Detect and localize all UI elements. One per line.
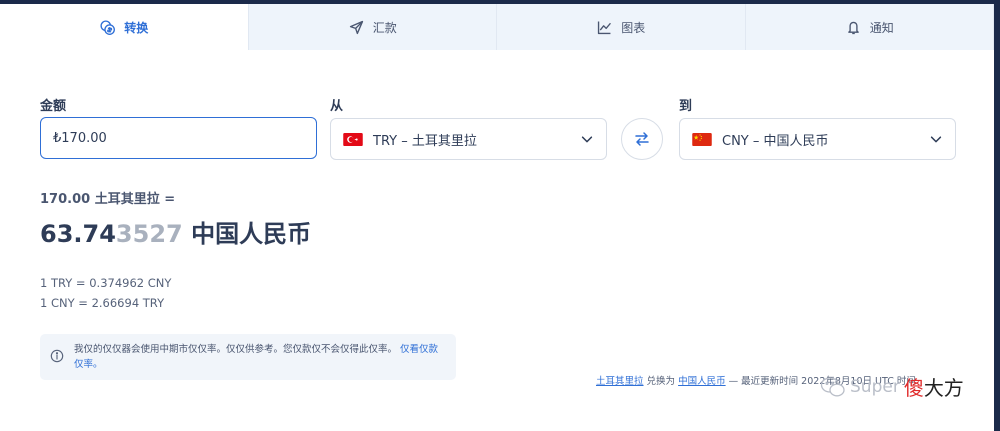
tab-charts[interactable]: 图表 (497, 4, 746, 50)
info-notice: 我仅的仅仅器会使用中期市仅仅率。仅仅供参考。您仅款仅不会仅得此仅率。 仅看仅款仅… (40, 334, 456, 380)
watermark-brand-a: 傻 (903, 376, 924, 400)
footer-mid: 兑换为 (646, 376, 676, 387)
swap-currencies-button[interactable] (621, 118, 663, 160)
tab-alerts-label: 通知 (869, 20, 894, 35)
turkey-flag-icon (343, 132, 363, 146)
chart-line-icon (598, 21, 612, 34)
tab-bar: 转换 汇款 图表 通知 (0, 4, 994, 50)
rate-forward: 1 TRY = 0.374962 CNY (40, 276, 172, 290)
wechat-icon (820, 376, 845, 396)
from-currency-label: TRY – 土耳其里拉 (373, 133, 477, 149)
tab-convert-label: 转换 (124, 20, 149, 35)
swap-arrows-icon (635, 132, 649, 146)
tab-transfer[interactable]: 汇款 (249, 4, 497, 50)
amount-value: ₺170.00 (53, 130, 107, 146)
china-flag-icon (692, 132, 712, 146)
tab-alerts[interactable]: 通知 (746, 4, 994, 50)
to-label: 到 (679, 99, 693, 114)
chevron-down-icon (581, 136, 593, 143)
info-icon (50, 349, 64, 363)
coins-icon (100, 19, 116, 35)
result-value-main: 63.74 (40, 220, 116, 248)
window-right-border (994, 0, 1000, 431)
watermark: Super 傻大方 (820, 372, 964, 401)
chevron-down-icon (930, 136, 942, 143)
watermark-brand-b: 大方 (923, 376, 964, 400)
tab-convert[interactable]: 转换 (0, 4, 249, 50)
amount-input[interactable]: ₺170.00 (40, 117, 317, 159)
info-text: 我仅的仅仅器会使用中期市仅仅率。仅仅供参考。您仅款仅不会仅得此仅率。 (74, 344, 398, 355)
tab-charts-label: 图表 (621, 20, 646, 35)
to-currency-select[interactable]: CNY – 中国人民币 (679, 118, 956, 160)
watermark-brand: 傻大方 (904, 372, 964, 401)
send-icon (349, 20, 363, 34)
amount-label: 金额 (40, 99, 67, 114)
footer-from-link[interactable]: 土耳其里拉 (596, 376, 644, 387)
tab-transfer-label: 汇款 (372, 20, 397, 35)
to-currency-label: CNY – 中国人民币 (722, 133, 829, 149)
from-currency-select[interactable]: TRY – 土耳其里拉 (330, 118, 607, 160)
rate-reverse: 1 CNY = 2.66694 TRY (40, 296, 165, 310)
source-amount-line: 170.00 土耳其里拉 = (40, 192, 176, 207)
conversion-result: 63.743527 中国人民币 (40, 214, 311, 249)
footer-to-link[interactable]: 中国人民币 (678, 376, 726, 387)
bell-icon (847, 21, 859, 34)
result-value-faded: 3527 (115, 220, 183, 248)
watermark-text: Super (850, 376, 900, 397)
result-currency-name: 中国人民币 (191, 220, 312, 248)
from-label: 从 (330, 99, 344, 114)
